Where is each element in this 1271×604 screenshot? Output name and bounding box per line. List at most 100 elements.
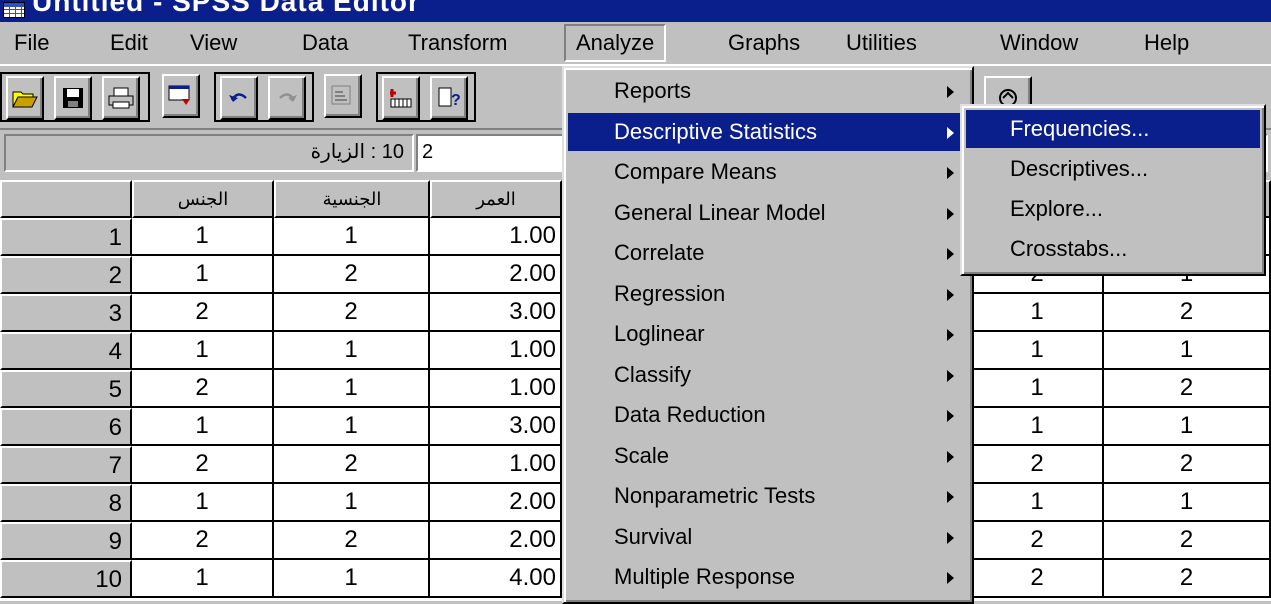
cell-col5[interactable]: 2 xyxy=(1104,370,1271,408)
analyze-menu-item[interactable]: Nonparametric Tests xyxy=(568,477,968,515)
cell-age[interactable]: 1.00 xyxy=(430,370,562,408)
analyze-menu-item[interactable]: Regression xyxy=(568,275,968,313)
cell-age[interactable]: 1.00 xyxy=(430,218,562,256)
row-number[interactable]: 5 xyxy=(0,370,132,408)
cell-gender[interactable]: 2 xyxy=(132,446,274,484)
cell-col4[interactable]: 2 xyxy=(972,446,1104,484)
cell-age[interactable]: 2.00 xyxy=(430,522,562,560)
cell-nationality[interactable]: 1 xyxy=(274,560,430,598)
cell-nationality[interactable]: 1 xyxy=(274,332,430,370)
analyze-menu-item[interactable]: Compare Means xyxy=(568,153,968,191)
analyze-menu-item[interactable]: Scale xyxy=(568,437,968,475)
row-number[interactable]: 1 xyxy=(0,218,132,256)
row-number[interactable]: 9 xyxy=(0,522,132,560)
cell-nationality[interactable]: 1 xyxy=(274,218,430,256)
row-number[interactable]: 8 xyxy=(0,484,132,522)
cell-col4[interactable]: 1 xyxy=(972,294,1104,332)
spss-app-icon[interactable] xyxy=(3,2,25,18)
variables-icon[interactable]: ? xyxy=(430,76,468,120)
row-number[interactable]: 3 xyxy=(0,294,132,332)
cell-gender[interactable]: 1 xyxy=(132,218,274,256)
cell-nationality[interactable]: 2 xyxy=(274,294,430,332)
cell-gender[interactable]: 1 xyxy=(132,408,274,446)
cell-col4[interactable]: 2 xyxy=(972,522,1104,560)
menu-edit[interactable]: Edit xyxy=(100,24,158,62)
cell-col5[interactable]: 2 xyxy=(1104,446,1271,484)
menu-utilities[interactable]: Utilities xyxy=(836,24,927,62)
cell-col4[interactable]: 1 xyxy=(972,408,1104,446)
redo-icon[interactable] xyxy=(268,76,306,120)
cell-gender[interactable]: 2 xyxy=(132,522,274,560)
open-icon[interactable] xyxy=(6,76,44,120)
menu-transform[interactable]: Transform xyxy=(398,24,517,62)
menu-view[interactable]: View xyxy=(180,24,247,62)
print-icon[interactable] xyxy=(102,76,140,120)
descriptive-submenu-item[interactable]: Explore... xyxy=(966,190,1260,228)
cell-col4[interactable]: 1 xyxy=(972,484,1104,522)
cell-col5[interactable]: 2 xyxy=(1104,294,1271,332)
cell-age[interactable]: 3.00 xyxy=(430,408,562,446)
cell-age[interactable]: 4.00 xyxy=(430,560,562,598)
descriptive-submenu-item[interactable]: Crosstabs... xyxy=(966,230,1260,268)
menu-graphs[interactable]: Graphs xyxy=(718,24,810,62)
analyze-menu-item[interactable]: Data Reduction xyxy=(568,396,968,434)
menu-help[interactable]: Help xyxy=(1134,24,1199,62)
cell-age[interactable]: 1.00 xyxy=(430,332,562,370)
dialog-recall-icon[interactable] xyxy=(162,74,200,118)
cell-gender[interactable]: 1 xyxy=(132,560,274,598)
cell-gender[interactable]: 2 xyxy=(132,370,274,408)
descriptive-submenu-item[interactable]: Descriptives... xyxy=(966,150,1260,188)
undo-icon[interactable] xyxy=(220,76,258,120)
cell-age[interactable]: 2.00 xyxy=(430,484,562,522)
row-number[interactable]: 4 xyxy=(0,332,132,370)
submenu-arrow-icon xyxy=(947,207,954,220)
analyze-menu-item[interactable]: Reports xyxy=(568,72,968,110)
cell-gender[interactable]: 2 xyxy=(132,294,274,332)
save-icon[interactable] xyxy=(54,76,92,120)
row-number[interactable]: 7 xyxy=(0,446,132,484)
analyze-menu-item[interactable]: Descriptive Statistics xyxy=(568,112,968,151)
cell-col5[interactable]: 2 xyxy=(1104,560,1271,598)
cell-col4[interactable]: 1 xyxy=(972,332,1104,370)
cell-nationality[interactable]: 2 xyxy=(274,256,430,294)
cell-nationality[interactable]: 2 xyxy=(274,522,430,560)
column-header-nationality[interactable]: الجنسية xyxy=(274,180,430,218)
cell-col4[interactable]: 2 xyxy=(972,560,1104,598)
cell-col5[interactable]: 1 xyxy=(1104,408,1271,446)
analyze-menu-item[interactable]: Classify xyxy=(568,356,968,394)
corner-cell[interactable] xyxy=(0,180,132,218)
column-header-age[interactable]: العمر xyxy=(430,180,562,218)
menu-file[interactable]: File xyxy=(4,24,59,62)
cell-age[interactable]: 2.00 xyxy=(430,256,562,294)
goto-chart-icon[interactable] xyxy=(324,74,362,118)
cell-col5[interactable]: 1 xyxy=(1104,484,1271,522)
submenu-arrow-icon xyxy=(947,531,954,544)
cell-nationality[interactable]: 2 xyxy=(274,446,430,484)
column-header-gender[interactable]: الجنس xyxy=(132,180,274,218)
cell-col4[interactable]: 1 xyxy=(972,370,1104,408)
menu-analyze[interactable]: Analyze xyxy=(564,24,667,62)
cell-nationality[interactable]: 1 xyxy=(274,408,430,446)
analyze-menu-item[interactable]: Survival xyxy=(568,518,968,556)
cell-age[interactable]: 1.00 xyxy=(430,446,562,484)
menu-window[interactable]: Window xyxy=(990,24,1088,62)
cell-col5[interactable]: 1 xyxy=(1104,332,1271,370)
menu-data[interactable]: Data xyxy=(292,24,358,62)
menu-item-label: Correlate xyxy=(614,240,705,265)
cell-gender[interactable]: 1 xyxy=(132,256,274,294)
analyze-menu-item[interactable]: Correlate xyxy=(568,234,968,272)
analyze-menu-item[interactable]: General Linear Model xyxy=(568,194,968,232)
cell-gender[interactable]: 1 xyxy=(132,484,274,522)
analyze-menu-item[interactable]: Loglinear xyxy=(568,315,968,353)
row-number[interactable]: 10 xyxy=(0,560,132,598)
cell-col5[interactable]: 2 xyxy=(1104,522,1271,560)
descriptive-submenu-item[interactable]: Frequencies... xyxy=(966,110,1260,148)
row-number[interactable]: 6 xyxy=(0,408,132,446)
analyze-menu-item[interactable]: Multiple Response xyxy=(568,558,968,596)
cell-nationality[interactable]: 1 xyxy=(274,370,430,408)
row-number[interactable]: 2 xyxy=(0,256,132,294)
cell-gender[interactable]: 1 xyxy=(132,332,274,370)
cell-age[interactable]: 3.00 xyxy=(430,294,562,332)
cell-nationality[interactable]: 1 xyxy=(274,484,430,522)
goto-case-icon[interactable] xyxy=(382,76,420,120)
